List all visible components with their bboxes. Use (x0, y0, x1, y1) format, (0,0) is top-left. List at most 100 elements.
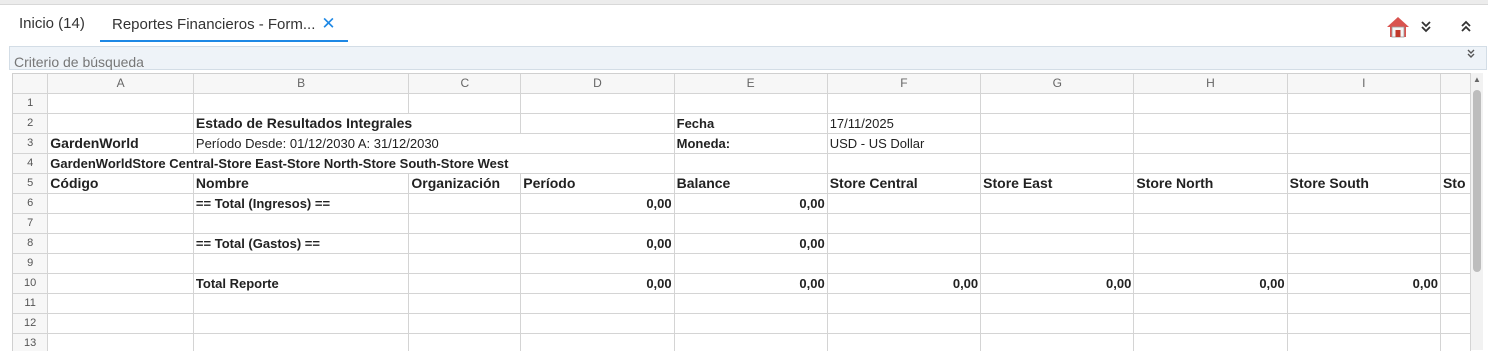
cell[interactable] (1440, 234, 1470, 254)
cell[interactable] (1134, 314, 1287, 334)
cell[interactable] (1287, 94, 1440, 114)
row-header[interactable]: 4 (13, 154, 48, 174)
scroll-up-arrow-icon[interactable]: ▲ (1471, 75, 1483, 85)
cell[interactable] (1287, 334, 1440, 351)
column-header[interactable]: H (1134, 74, 1287, 94)
cell[interactable] (981, 134, 1134, 154)
cell[interactable] (409, 214, 521, 234)
header-store-south[interactable]: Store South (1287, 174, 1440, 194)
cell[interactable] (827, 94, 980, 114)
report-title[interactable]: Estado de Resultados Integrales (193, 114, 520, 134)
cell[interactable] (1287, 234, 1440, 254)
cell[interactable] (521, 334, 674, 351)
cell[interactable] (193, 314, 408, 334)
gastos-balance[interactable]: 0,00 (674, 234, 827, 254)
header-store-central[interactable]: Store Central (827, 174, 980, 194)
cell[interactable] (1440, 274, 1470, 294)
row-header[interactable]: 7 (13, 214, 48, 234)
cell[interactable] (674, 334, 827, 351)
row-header[interactable]: 8 (13, 234, 48, 254)
cell[interactable] (981, 314, 1134, 334)
cell[interactable] (981, 114, 1134, 134)
cell[interactable] (674, 154, 827, 174)
cell[interactable] (409, 94, 521, 114)
row-header[interactable]: 10 (13, 274, 48, 294)
cell[interactable] (48, 214, 194, 234)
cell[interactable] (409, 194, 521, 214)
tab-inicio[interactable]: Inicio (14) (19, 15, 85, 40)
company-name[interactable]: GardenWorld (48, 134, 194, 154)
cell[interactable] (1134, 94, 1287, 114)
column-header[interactable]: I (1287, 74, 1440, 94)
cell[interactable] (674, 94, 827, 114)
cell[interactable] (1440, 214, 1470, 234)
cell[interactable] (409, 314, 521, 334)
cell[interactable] (981, 154, 1134, 174)
cell[interactable] (521, 254, 674, 274)
period-range[interactable]: Período Desde: 01/12/2030 A: 31/12/2030 (193, 134, 674, 154)
cell[interactable] (193, 294, 408, 314)
cell[interactable] (409, 294, 521, 314)
cell[interactable] (1287, 314, 1440, 334)
cell[interactable] (981, 194, 1134, 214)
search-criteria-bar[interactable]: Criterio de búsqueda (9, 46, 1487, 70)
column-header[interactable]: G (981, 74, 1134, 94)
cell[interactable] (1440, 314, 1470, 334)
column-header[interactable]: A (48, 74, 194, 94)
cell[interactable] (48, 194, 194, 214)
row-header[interactable]: 12 (13, 314, 48, 334)
cell[interactable] (193, 214, 408, 234)
cell[interactable] (674, 214, 827, 234)
cell[interactable] (1287, 254, 1440, 274)
ingresos-periodo[interactable]: 0,00 (521, 194, 674, 214)
cell[interactable] (1440, 294, 1470, 314)
cell[interactable] (1287, 214, 1440, 234)
cell[interactable] (1440, 254, 1470, 274)
cell[interactable] (1440, 194, 1470, 214)
cell[interactable] (827, 234, 980, 254)
cell[interactable] (981, 254, 1134, 274)
cell[interactable] (48, 294, 194, 314)
total-gastos-label[interactable]: == Total (Gastos) == (193, 234, 408, 254)
reporte-store-north[interactable]: 0,00 (1134, 274, 1287, 294)
row-header[interactable]: 9 (13, 254, 48, 274)
cell[interactable] (827, 154, 980, 174)
cell[interactable] (48, 254, 194, 274)
row-header[interactable]: 11 (13, 294, 48, 314)
total-reporte-label[interactable]: Total Reporte (193, 274, 408, 294)
cell[interactable] (827, 294, 980, 314)
moneda-label[interactable]: Moneda: (674, 134, 827, 154)
cell[interactable] (827, 314, 980, 334)
gastos-periodo[interactable]: 0,00 (521, 234, 674, 254)
column-header[interactable]: E (674, 74, 827, 94)
cell[interactable] (827, 194, 980, 214)
cell[interactable] (1287, 154, 1440, 174)
total-ingresos-label[interactable]: == Total (Ingresos) == (193, 194, 408, 214)
header-store-north[interactable]: Store North (1134, 174, 1287, 194)
cell[interactable] (48, 94, 194, 114)
cell[interactable] (1440, 114, 1470, 134)
cell[interactable] (981, 214, 1134, 234)
cell[interactable] (48, 274, 194, 294)
reporte-balance[interactable]: 0,00 (674, 274, 827, 294)
cell[interactable] (1440, 94, 1470, 114)
chevrons-down-icon[interactable] (1419, 19, 1433, 38)
cell[interactable] (48, 314, 194, 334)
row-header[interactable]: 1 (13, 94, 48, 114)
cell[interactable] (674, 314, 827, 334)
cell[interactable] (1134, 234, 1287, 254)
cell[interactable] (521, 114, 674, 134)
cell[interactable] (981, 94, 1134, 114)
cell[interactable] (1287, 134, 1440, 154)
header-store-east[interactable]: Store East (981, 174, 1134, 194)
cell[interactable] (48, 334, 194, 351)
header-codigo[interactable]: Código (48, 174, 194, 194)
header-balance[interactable]: Balance (674, 174, 827, 194)
fecha-value[interactable]: 17/11/2025 (827, 114, 980, 134)
column-header[interactable]: B (193, 74, 408, 94)
row-header[interactable]: 2 (13, 114, 48, 134)
header-periodo[interactable]: Período (521, 174, 674, 194)
home-icon[interactable] (1386, 15, 1410, 44)
vertical-scrollbar[interactable]: ▲ (1471, 73, 1483, 350)
cell[interactable] (521, 294, 674, 314)
